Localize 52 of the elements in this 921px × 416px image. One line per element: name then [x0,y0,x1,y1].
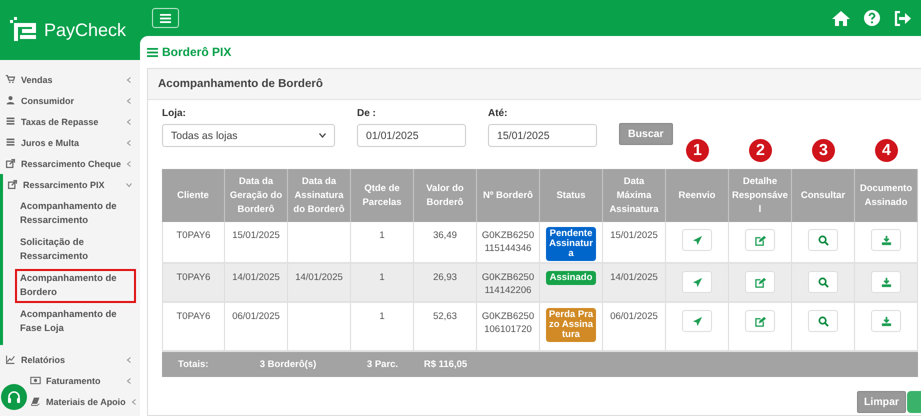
totals-text: Totais: [177,359,210,370]
status-badge: Assinado [546,271,596,285]
page-title: Borderô PIX [162,45,232,59]
sidebar-item[interactable]: Juros e Multa [0,132,140,153]
card-title: Acompanhamento de Borderô [158,78,323,90]
number-marker: 3 [812,139,835,162]
submenu-item[interactable]: Acompanhamento de Fase Loja [15,305,136,339]
date-input[interactable]: 15/01/2025 [488,124,597,147]
sidebar-item[interactable]: Consumidor [0,90,140,111]
table-cell: 14/01/2025 [603,264,666,303]
column-header: Consultar [792,169,855,222]
sidebar-item[interactable]: Materiais de Apoio [0,391,140,412]
number-marker: 4 [875,139,898,162]
sidebar-item[interactable]: Vendas [0,69,140,90]
column-header: Qtde de Parcelas [351,169,414,222]
sidebar-item[interactable]: Taxas de Repasse [0,111,140,132]
sidebar-item[interactable]: Ressarcimento PIX [3,174,140,195]
column-header: Status [540,169,603,222]
column-header: Data da Assinatura do Borderô [288,169,351,222]
field-label: De : [357,108,377,119]
field-label: Até: [488,108,508,119]
table-cell: 26,93 [414,264,477,303]
sidebar-item[interactable]: Faturamento [0,370,140,391]
number-marker: 2 [749,139,772,162]
store-select[interactable]: Todas as lojas [162,124,335,147]
totals-text: R$ 116,05 [422,359,468,370]
column-header: Cliente [162,169,225,222]
submenu-item[interactable]: Acompanhamento de Bordero [15,269,136,303]
column-header: Data Máxima Assinatura [603,169,666,222]
sidebar-item[interactable]: Ressarcimento Cheque [0,153,140,174]
column-header: Data da Geração do Borderô [225,169,288,222]
number-marker: 1 [686,139,709,162]
status-badge: Pendente Assinatura [546,227,596,261]
logo-text: PayCheck [44,20,126,40]
totals-text: 3 Borderô(s) [258,359,318,370]
table-cell: T0PAY6 [162,264,225,303]
column-header: Nº Borderô [477,169,540,222]
table-cell: G0KZB6250114142206 [477,264,540,303]
sidebar-item[interactable]: Relatórios [0,349,140,370]
date-input[interactable]: 01/01/2025 [357,124,466,147]
submenu-item[interactable]: Solicitação de Ressarcimento [15,233,136,267]
status-badge: Perda Prazo Assinatura [546,308,596,342]
column-header: Documento Assinado [855,169,918,222]
field-label: Loja: [162,108,187,119]
table-cell: 14/01/2025 [288,264,351,303]
table-cell: 14/01/2025 [225,264,288,303]
column-header: Detalhe Responsável [729,169,792,222]
column-header: Valor do Borderô [414,169,477,222]
totals-text: 3 Parc. [366,359,400,370]
column-header: Reenvio [666,169,729,222]
table-cell: 1 [351,264,414,303]
submenu-item[interactable]: Acompanhamento de Ressarcimento [15,197,136,231]
